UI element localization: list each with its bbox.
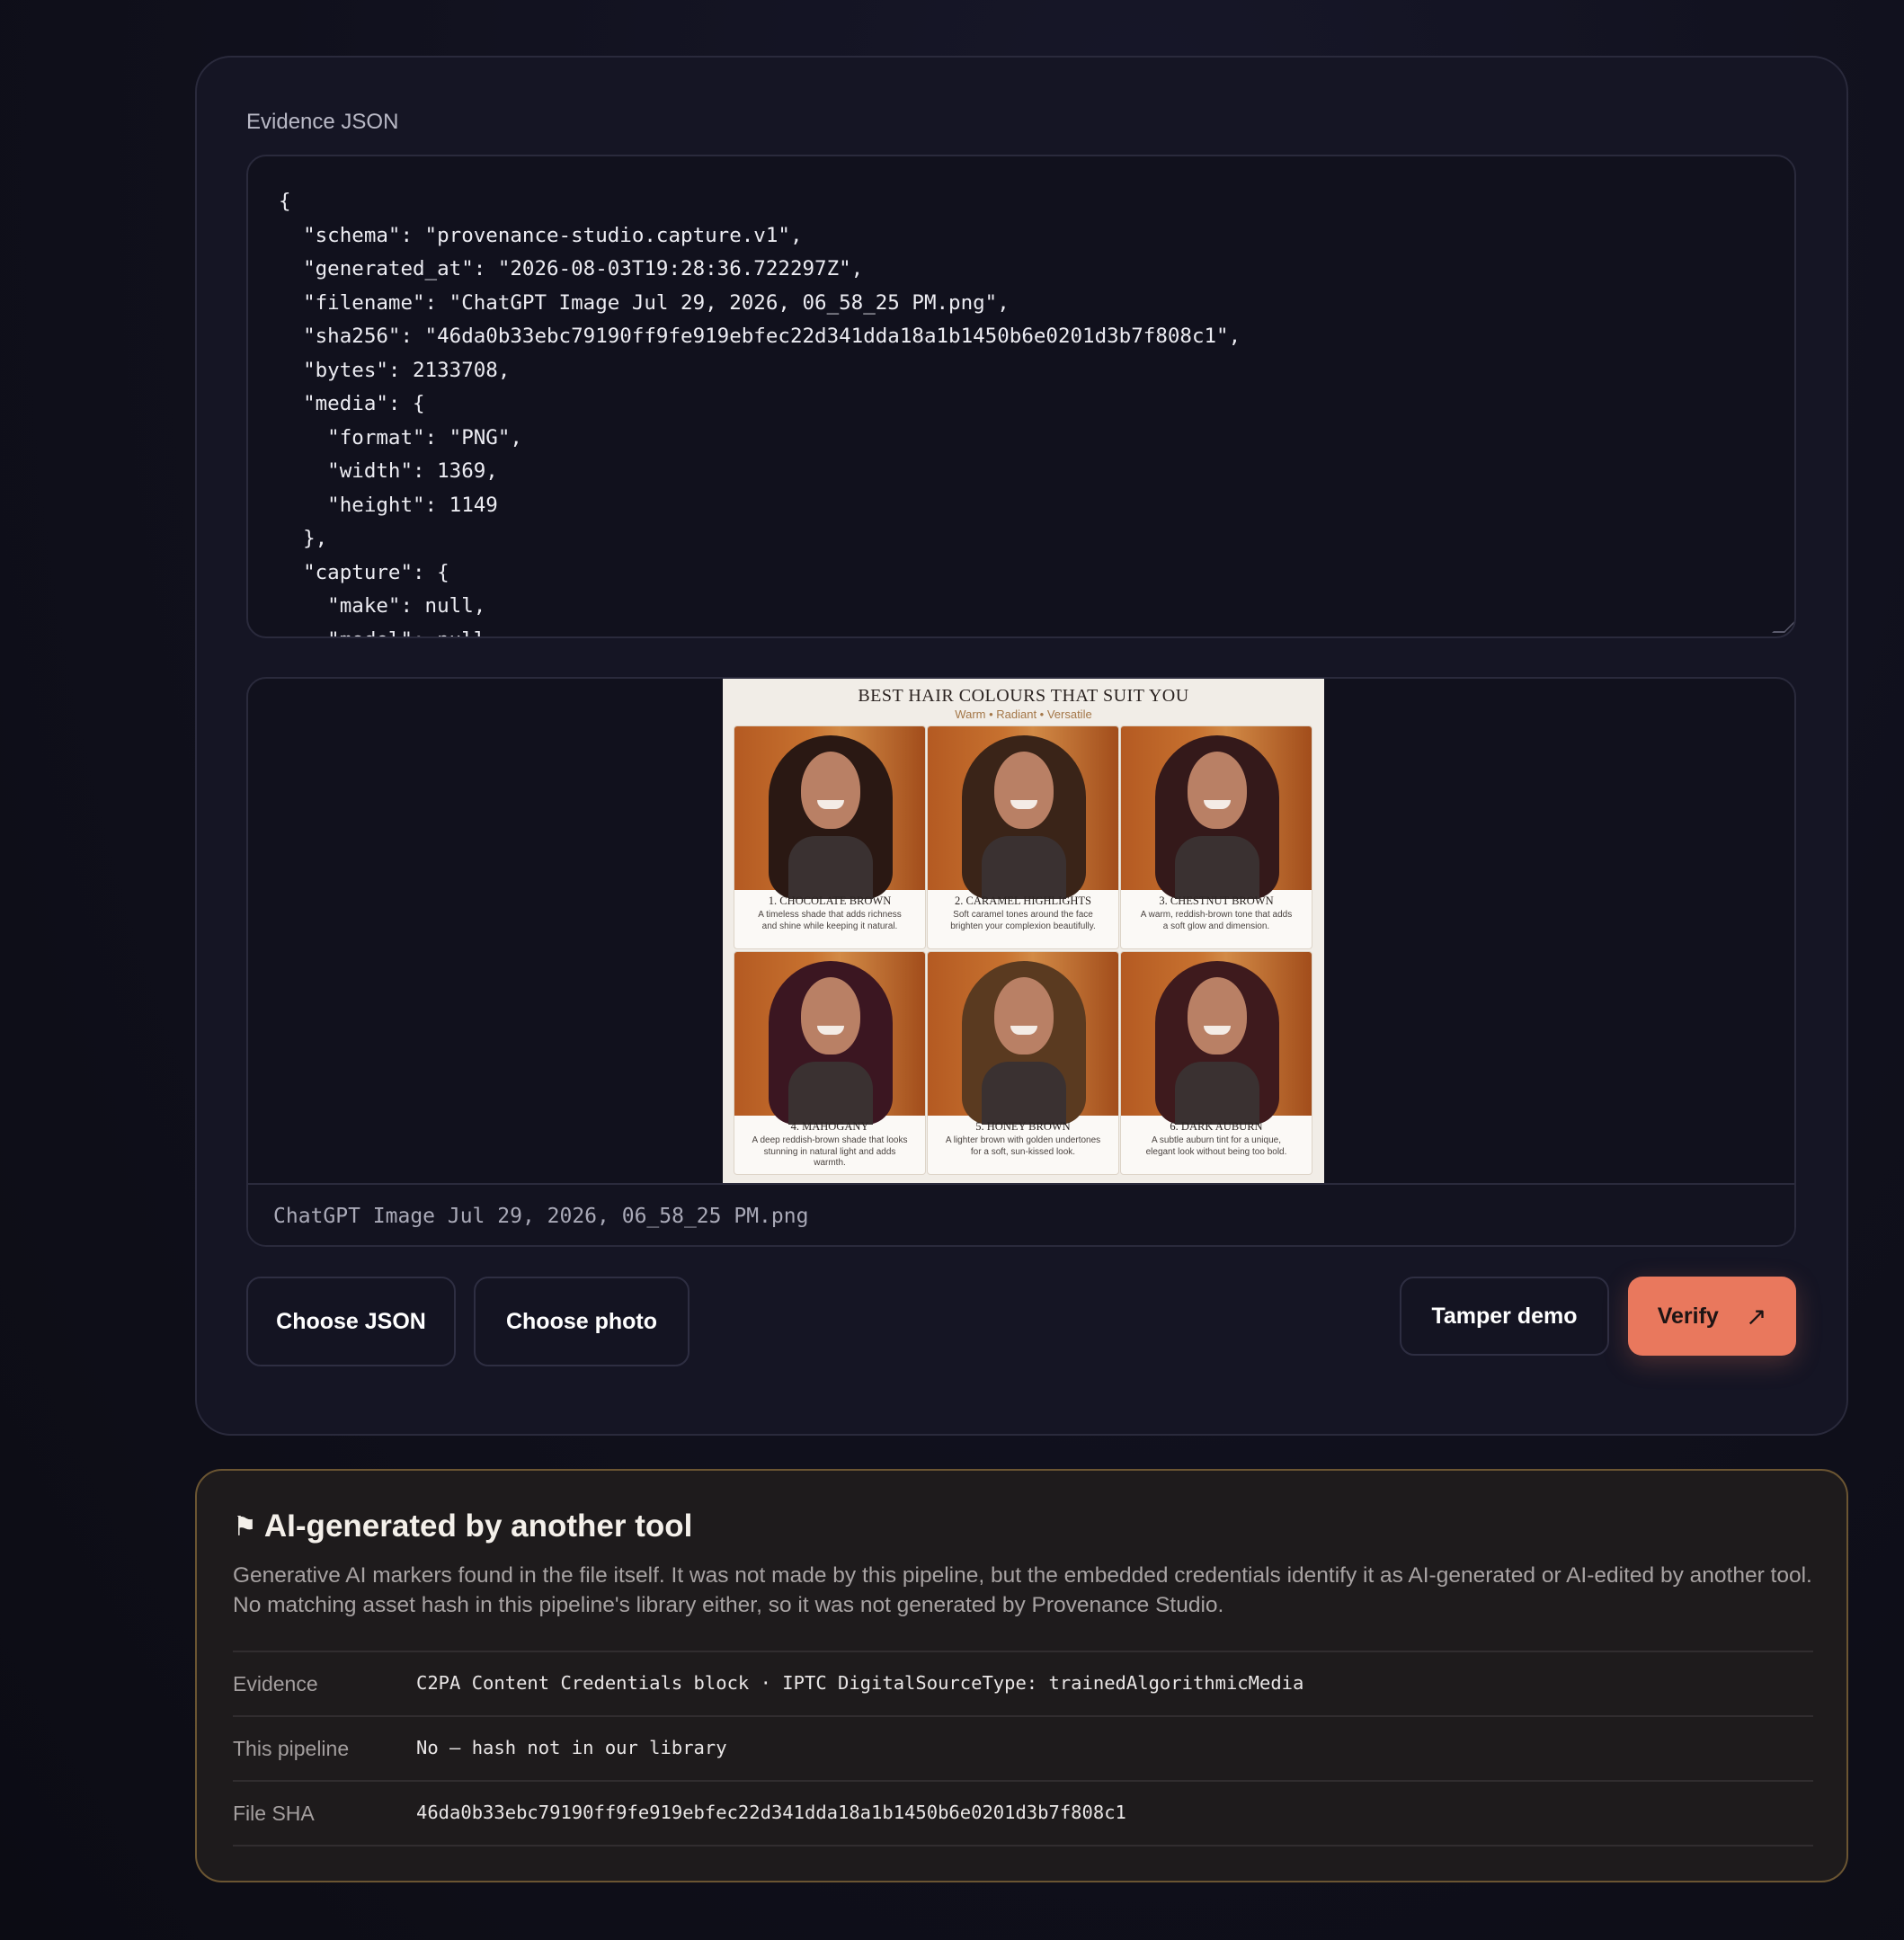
poster-tile: 3. CHESTNUT BROWN A warm, reddish-brown … [1120, 725, 1312, 949]
result-card: ⚑ AI-generated by another tool Generativ… [195, 1469, 1848, 1882]
preview-image: BEST HAIR COLOURS THAT SUIT YOU Warm • R… [723, 679, 1324, 1183]
result-row-file-sha: File SHA 46da0b33ebc79190ff9fe919ebfec22… [233, 1780, 1813, 1845]
portrait-photo [928, 952, 1118, 1125]
tile-description: A deep reddish-brown shade that looks st… [752, 1135, 908, 1168]
flag-icon: ⚑ [233, 1511, 257, 1542]
tile-description: A subtle auburn tint for a unique, elega… [1145, 1135, 1287, 1157]
portrait-photo [1121, 952, 1312, 1125]
poster-tile: 4. MAHOGANY A deep reddish-brown shade t… [734, 951, 926, 1175]
tile-title: 2. CARAMEL HIGHLIGHTS [955, 894, 1091, 907]
result-title: ⚑ AI-generated by another tool [233, 1508, 692, 1544]
row-key: File SHA [233, 1802, 315, 1825]
tile-title: 4. MAHOGANY [790, 1120, 869, 1133]
portrait-photo [928, 726, 1118, 899]
poster-tile: 5. HONEY BROWN A lighter brown with gold… [927, 951, 1119, 1175]
tile-description: A lighter brown with golden undertones f… [945, 1135, 1101, 1157]
verify-button[interactable]: Verify ↗ [1628, 1277, 1796, 1356]
photo-preview: BEST HAIR COLOURS THAT SUIT YOU Warm • R… [246, 677, 1796, 1247]
result-row-evidence: Evidence C2PA Content Credentials block … [233, 1651, 1813, 1715]
tile-description: A warm, reddish-brown tone that adds a s… [1140, 910, 1293, 931]
arrow-up-right-icon: ↗ [1745, 1302, 1767, 1330]
evidence-json-textarea[interactable]: { "schema": "provenance-studio.capture.v… [246, 155, 1796, 638]
poster-tile: 1. CHOCOLATE BROWN A timeless shade that… [734, 725, 926, 949]
tamper-demo-button[interactable]: Tamper demo [1400, 1277, 1609, 1356]
result-description: Generative AI markers found in the file … [233, 1563, 1812, 1617]
tile-title: 5. HONEY BROWN [975, 1120, 1071, 1133]
evidence-json-label: Evidence JSON [246, 110, 399, 134]
poster-tile: 2. CARAMEL HIGHLIGHTS Soft caramel tones… [927, 725, 1119, 949]
portrait-photo [734, 726, 925, 899]
tile-title: 3. CHESTNUT BROWN [1159, 894, 1274, 907]
result-row-pipeline: This pipeline No — hash not in our libra… [233, 1715, 1813, 1780]
evidence-json-text[interactable]: { "schema": "provenance-studio.capture.v… [279, 185, 1241, 636]
row-value: No — hash not in our library [416, 1737, 727, 1758]
row-key: Evidence [233, 1672, 318, 1695]
choose-photo-button[interactable]: Choose photo [474, 1277, 690, 1366]
verify-label: Verify [1657, 1303, 1719, 1329]
row-value: C2PA Content Credentials block · IPTC Di… [416, 1672, 1304, 1694]
poster-tile: 6. DARK AUBURN A subtle auburn tint for … [1120, 951, 1312, 1175]
tile-description: Soft caramel tones around the face brigh… [950, 910, 1096, 931]
poster-title: BEST HAIR COLOURS THAT SUIT YOU [858, 686, 1189, 706]
choose-json-button[interactable]: Choose JSON [246, 1277, 456, 1366]
tile-title: 1. CHOCOLATE BROWN [768, 894, 892, 907]
portrait-photo [1121, 726, 1312, 899]
tile-title: 6. DARK AUBURN [1170, 1120, 1263, 1133]
portrait-photo [734, 952, 925, 1125]
tile-description: A timeless shade that adds richness and … [758, 910, 902, 931]
preview-filename: ChatGPT Image Jul 29, 2026, 06_58_25 PM.… [248, 1183, 1794, 1245]
row-value: 46da0b33ebc79190ff9fe919ebfec22d341dda18… [416, 1802, 1126, 1823]
poster-subtitle: Warm • Radiant • Versatile [955, 707, 1092, 721]
result-title-text: AI-generated by another tool [263, 1508, 693, 1544]
divider [233, 1845, 1813, 1847]
row-key: This pipeline [233, 1737, 350, 1760]
